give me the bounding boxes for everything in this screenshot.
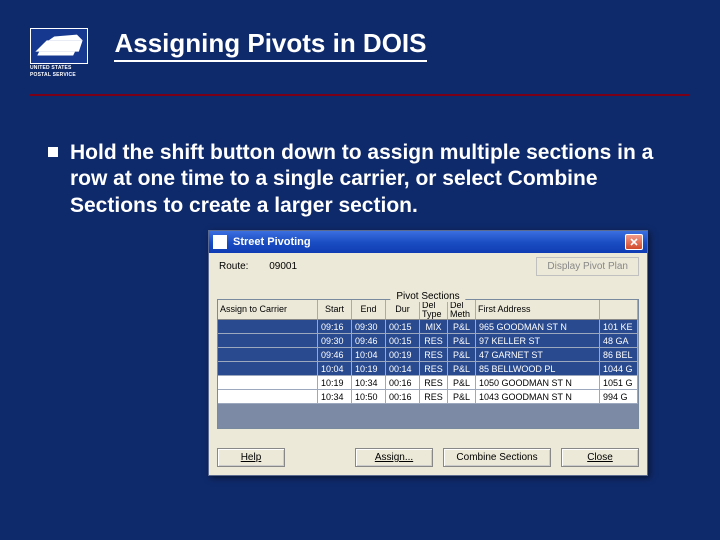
cell-dur: 00:14 [386, 362, 420, 376]
table-row[interactable]: 10:3410:5000:16RESP&L1043 GOODMAN ST N99… [218, 390, 638, 404]
cell-start: 10:04 [318, 362, 352, 376]
assign-button[interactable]: Assign... [355, 448, 433, 467]
cell-type: RES [420, 376, 448, 390]
grid-rows: 09:1609:3000:15MIXP&L965 GOODMAN ST N101… [218, 320, 638, 404]
cell-dur: 00:19 [386, 348, 420, 362]
close-button-bottom[interactable]: Close [561, 448, 639, 467]
cell-type: MIX [420, 320, 448, 334]
cell-last: 1051 G [600, 376, 638, 390]
table-row[interactable]: 09:3009:4600:15RESP&L97 KELLER ST48 GA [218, 334, 638, 348]
logo-subtitle-1: UNITED STATES [30, 66, 92, 71]
cell-first-address: 1043 GOODMAN ST N [476, 390, 600, 404]
bullet-list: Hold the shift button down to assign mul… [48, 140, 672, 219]
cell-first-address: 1050 GOODMAN ST N [476, 376, 600, 390]
cell-type: RES [420, 390, 448, 404]
table-row[interactable]: 09:1609:3000:15MIXP&L965 GOODMAN ST N101… [218, 320, 638, 334]
cell-assign [218, 362, 318, 376]
cell-last: 994 G [600, 390, 638, 404]
bullet-item: Hold the shift button down to assign mul… [48, 140, 672, 219]
cell-last: 48 GA [600, 334, 638, 348]
cell-end: 10:34 [352, 376, 386, 390]
route-label: Route: [219, 261, 248, 272]
close-icon [630, 238, 638, 246]
cell-start: 10:34 [318, 390, 352, 404]
cell-last: 86 BEL [600, 348, 638, 362]
cell-first-address: 97 KELLER ST [476, 334, 600, 348]
pivot-sections-label: Pivot Sections [390, 291, 465, 302]
close-button[interactable] [625, 234, 643, 250]
cell-meth: P&L [448, 390, 476, 404]
window-title: Street Pivoting [233, 236, 625, 248]
cell-end: 10:50 [352, 390, 386, 404]
cell-type: RES [420, 362, 448, 376]
button-row: Help Assign... Combine Sections Close [217, 448, 639, 467]
cell-meth: P&L [448, 376, 476, 390]
grid-header: Assign to Carrier Start End Dur Del Type… [218, 300, 638, 320]
cell-dur: 00:16 [386, 376, 420, 390]
help-button[interactable]: Help [217, 448, 285, 467]
cell-meth: P&L [448, 320, 476, 334]
col-first[interactable]: First Address [476, 300, 600, 320]
cell-start: 09:46 [318, 348, 352, 362]
logo-subtitle-2: POSTAL SERVICE [30, 73, 92, 78]
cell-first-address: 965 GOODMAN ST N [476, 320, 600, 334]
bullet-text: Hold the shift button down to assign mul… [70, 140, 672, 219]
usps-logo: UNITED STATES POSTAL SERVICE [30, 28, 92, 78]
cell-type: RES [420, 334, 448, 348]
combine-sections-button[interactable]: Combine Sections [443, 448, 551, 467]
page-title: Assigning Pivots in DOIS [114, 28, 426, 62]
route-row: Route: 09001 [219, 261, 297, 272]
col-assign[interactable]: Assign to Carrier [218, 300, 318, 320]
table-row[interactable]: 10:0410:1900:14RESP&L85 BELLWOOD PL1044 … [218, 362, 638, 376]
col-end[interactable]: End [352, 300, 386, 320]
titlebar[interactable]: Street Pivoting [209, 231, 647, 253]
cell-last: 1044 G [600, 362, 638, 376]
cell-assign [218, 320, 318, 334]
window-body: Route: 09001 Display Pivot Plan Pivot Se… [209, 253, 647, 475]
route-value: 09001 [269, 261, 297, 272]
cell-meth: P&L [448, 348, 476, 362]
table-row[interactable]: 10:1910:3400:16RESP&L1050 GOODMAN ST N10… [218, 376, 638, 390]
street-pivoting-window: Street Pivoting Route: 09001 Display Piv… [208, 230, 648, 476]
cell-end: 10:19 [352, 362, 386, 376]
cell-start: 10:19 [318, 376, 352, 390]
col-start[interactable]: Start [318, 300, 352, 320]
cell-assign [218, 390, 318, 404]
cell-end: 09:30 [352, 320, 386, 334]
eagle-icon [30, 28, 88, 64]
col-delmeth[interactable]: Del Meth [448, 300, 476, 320]
cell-dur: 00:15 [386, 320, 420, 334]
display-pivot-plan-button[interactable]: Display Pivot Plan [536, 257, 639, 276]
cell-assign [218, 348, 318, 362]
divider [30, 94, 690, 96]
cell-end: 09:46 [352, 334, 386, 348]
cell-dur: 00:15 [386, 334, 420, 348]
cell-assign [218, 334, 318, 348]
col-last[interactable] [600, 300, 638, 320]
cell-start: 09:16 [318, 320, 352, 334]
table-row[interactable]: 09:4610:0400:19RESP&L47 GARNET ST86 BEL [218, 348, 638, 362]
cell-start: 09:30 [318, 334, 352, 348]
cell-last: 101 KE [600, 320, 638, 334]
col-dur[interactable]: Dur [386, 300, 420, 320]
cell-first-address: 47 GARNET ST [476, 348, 600, 362]
cell-end: 10:04 [352, 348, 386, 362]
cell-type: RES [420, 348, 448, 362]
cell-meth: P&L [448, 334, 476, 348]
cell-assign [218, 376, 318, 390]
cell-meth: P&L [448, 362, 476, 376]
bullet-icon [48, 147, 58, 157]
pivot-grid[interactable]: Assign to Carrier Start End Dur Del Type… [217, 299, 639, 429]
cell-first-address: 85 BELLWOOD PL [476, 362, 600, 376]
window-icon [213, 235, 227, 249]
col-deltype[interactable]: Del Type [420, 300, 448, 320]
cell-dur: 00:16 [386, 390, 420, 404]
header: UNITED STATES POSTAL SERVICE Assigning P… [30, 28, 690, 78]
